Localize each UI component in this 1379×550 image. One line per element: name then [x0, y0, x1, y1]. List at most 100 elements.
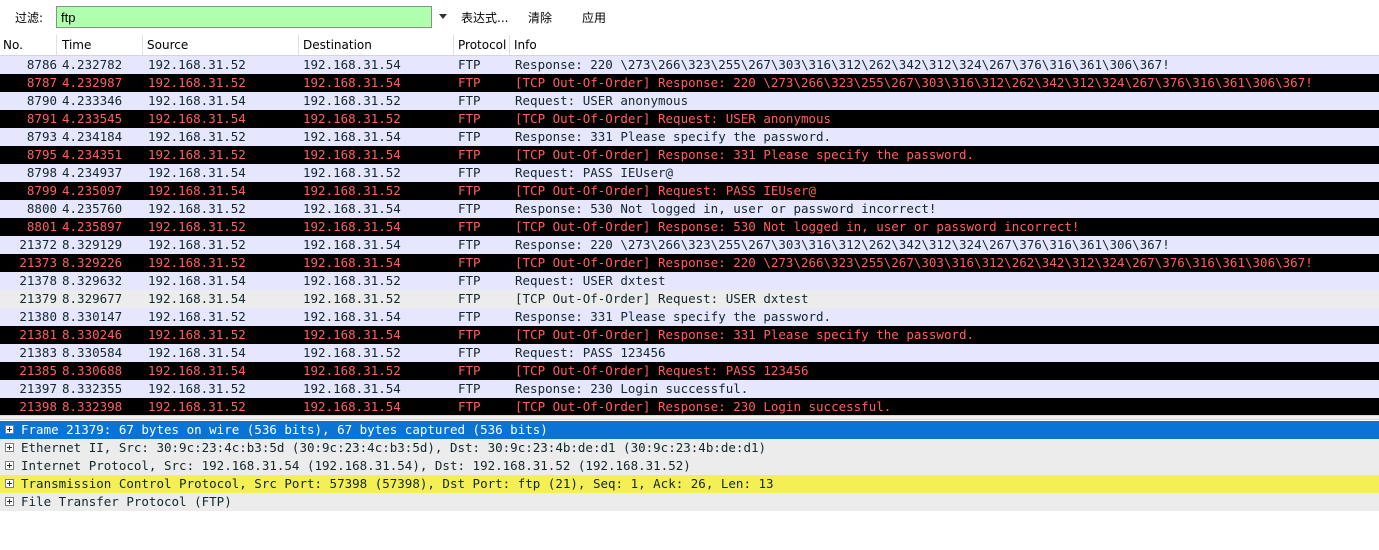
- packet-cell-dst: 192.168.31.54: [303, 327, 401, 342]
- packet-cell-time: 4.234184: [62, 129, 123, 144]
- packet-cell-time: 8.329226: [62, 255, 123, 270]
- detail-tree-item[interactable]: Frame 21379: 67 bytes on wire (536 bits)…: [0, 421, 1379, 439]
- packet-cell-time: 8.329632: [62, 273, 123, 288]
- packet-row[interactable]: 21398 8.332398 192.168.31.52 192.168.31.54 F…: [0, 398, 1379, 416]
- packet-row[interactable]: 21381 8.330246 192.168.31.52 192.168.31.54 F…: [0, 326, 1379, 344]
- column-header-info[interactable]: Info: [510, 35, 1379, 55]
- filter-dropdown-button[interactable]: [434, 6, 452, 28]
- packet-cell-src: 192.168.31.54: [148, 345, 246, 360]
- packet-row[interactable]: 8793 4.234184 192.168.31.52 192.168.31.54 FT…: [0, 128, 1379, 146]
- column-header-no[interactable]: No.: [0, 35, 57, 55]
- packet-cell-dst: 192.168.31.54: [303, 147, 401, 162]
- packet-row[interactable]: 8798 4.234937 192.168.31.54 192.168.31.52 FT…: [0, 164, 1379, 182]
- packet-row[interactable]: 21397 8.332355 192.168.31.52 192.168.31.54 F…: [0, 380, 1379, 398]
- expand-plus-icon[interactable]: [5, 497, 14, 506]
- packet-cell-src: 192.168.31.54: [148, 111, 246, 126]
- packet-cell-time: 4.233545: [62, 111, 123, 126]
- packet-row[interactable]: 21385 8.330688 192.168.31.54 192.168.31.52 F…: [0, 362, 1379, 380]
- packet-cell-info: [TCP Out-Of-Order] Response: 220 \273\26…: [515, 255, 1313, 270]
- detail-tree-item[interactable]: Internet Protocol, Src: 192.168.31.54 (1…: [0, 457, 1379, 475]
- packet-cell-info: Response: 331 Please specify the passwor…: [515, 129, 832, 144]
- apply-button[interactable]: 应用: [582, 9, 606, 26]
- packet-cell-proto: FTP: [458, 381, 481, 396]
- packet-cell-time: 4.235897: [62, 219, 123, 234]
- packet-cell-info: [TCP Out-Of-Order] Response: 220 \273\26…: [515, 75, 1313, 90]
- column-header-destination[interactable]: Destination: [299, 35, 454, 55]
- packet-cell-proto: FTP: [458, 57, 481, 72]
- packet-cell-time: 8.329129: [62, 237, 123, 252]
- packet-cell-proto: FTP: [458, 255, 481, 270]
- expand-plus-icon[interactable]: [5, 425, 14, 434]
- filter-field[interactable]: [56, 6, 432, 28]
- packet-cell-dst: 192.168.31.54: [303, 237, 401, 252]
- packet-cell-proto: FTP: [458, 219, 481, 234]
- packet-cell-dst: 192.168.31.52: [303, 273, 401, 288]
- detail-tree-item[interactable]: Ethernet II, Src: 30:9c:23:4c:b3:5d (30:…: [0, 439, 1379, 457]
- packet-row[interactable]: 21380 8.330147 192.168.31.52 192.168.31.54 F…: [0, 308, 1379, 326]
- packet-cell-info: [TCP Out-Of-Order] Request: USER dxtest: [515, 291, 809, 306]
- packet-cell-info: Response: 220 \273\266\323\255\267\303\3…: [515, 237, 1170, 252]
- packet-cell-dst: 192.168.31.54: [303, 57, 401, 72]
- packet-cell-no: 21373: [19, 255, 57, 270]
- packet-cell-proto: FTP: [458, 291, 481, 306]
- packet-cell-dst: 192.168.31.52: [303, 183, 401, 198]
- packet-cell-proto: FTP: [458, 93, 481, 108]
- filter-input[interactable]: [57, 7, 431, 27]
- packet-cell-dst: 192.168.31.52: [303, 291, 401, 306]
- packet-row[interactable]: 8786 4.232782 192.168.31.52 192.168.31.54 FT…: [0, 56, 1379, 74]
- packet-cell-no: 21397: [19, 381, 57, 396]
- packet-cell-dst: 192.168.31.54: [303, 309, 401, 324]
- column-header-time[interactable]: Time: [57, 35, 143, 55]
- packet-cell-info: [TCP Out-Of-Order] Response: 230 Login s…: [515, 399, 892, 414]
- packet-cell-no: 8798: [26, 165, 57, 180]
- packet-cell-dst: 192.168.31.52: [303, 93, 401, 108]
- packet-row[interactable]: 8800 4.235760 192.168.31.52 192.168.31.54 FT…: [0, 200, 1379, 218]
- packet-cell-proto: FTP: [458, 183, 481, 198]
- packet-cell-no: 21381: [19, 327, 57, 342]
- packet-cell-time: 4.233346: [62, 93, 123, 108]
- packet-row[interactable]: 8787 4.232987 192.168.31.52 192.168.31.54 FT…: [0, 74, 1379, 92]
- pane-splitter[interactable]: [0, 415, 1379, 420]
- packet-cell-no: 21380: [19, 309, 57, 324]
- packet-row[interactable]: 21383 8.330584 192.168.31.54 192.168.31.52 F…: [0, 344, 1379, 362]
- packet-row[interactable]: 8799 4.235097 192.168.31.54 192.168.31.52 FT…: [0, 182, 1379, 200]
- packet-row[interactable]: 21373 8.329226 192.168.31.52 192.168.31.54 F…: [0, 254, 1379, 272]
- packet-cell-src: 192.168.31.52: [148, 309, 246, 324]
- packet-cell-no: 8793: [26, 129, 57, 144]
- packet-details-pane: Frame 21379: 67 bytes on wire (536 bits)…: [0, 421, 1379, 550]
- expand-plus-icon[interactable]: [5, 461, 14, 470]
- packet-cell-src: 192.168.31.52: [148, 219, 246, 234]
- packet-row[interactable]: 8795 4.234351 192.168.31.52 192.168.31.54 FT…: [0, 146, 1379, 164]
- packet-row[interactable]: 8791 4.233545 192.168.31.54 192.168.31.52 FT…: [0, 110, 1379, 128]
- packet-row[interactable]: 21378 8.329632 192.168.31.54 192.168.31.52 F…: [0, 272, 1379, 290]
- packet-cell-src: 192.168.31.52: [148, 237, 246, 252]
- column-header-protocol[interactable]: Protocol: [454, 35, 510, 55]
- packet-cell-no: 8787: [26, 75, 57, 90]
- packet-cell-time: 4.234351: [62, 147, 123, 162]
- packet-cell-src: 192.168.31.52: [148, 201, 246, 216]
- expand-plus-icon[interactable]: [5, 479, 14, 488]
- packet-cell-time: 4.232987: [62, 75, 123, 90]
- packet-cell-no: 21383: [19, 345, 57, 360]
- packet-cell-proto: FTP: [458, 237, 481, 252]
- packet-cell-time: 4.235097: [62, 183, 123, 198]
- packet-row[interactable]: 21379 8.329677 192.168.31.54 192.168.31.52 F…: [0, 290, 1379, 308]
- detail-tree-item[interactable]: File Transfer Protocol (FTP): [0, 493, 1379, 511]
- packet-cell-dst: 192.168.31.54: [303, 399, 401, 414]
- packet-row[interactable]: 8801 4.235897 192.168.31.52 192.168.31.54 FT…: [0, 218, 1379, 236]
- expand-plus-icon[interactable]: [5, 443, 14, 452]
- clear-button[interactable]: 清除: [528, 9, 552, 26]
- packet-row[interactable]: 8790 4.233346 192.168.31.54 192.168.31.52 FT…: [0, 92, 1379, 110]
- detail-tree-item[interactable]: Transmission Control Protocol, Src Port:…: [0, 475, 1379, 493]
- packet-cell-dst: 192.168.31.54: [303, 255, 401, 270]
- packet-cell-proto: FTP: [458, 147, 481, 162]
- column-header-source[interactable]: Source: [143, 35, 299, 55]
- packet-cell-info: [TCP Out-Of-Order] Response: 331 Please …: [515, 147, 975, 162]
- expression-button[interactable]: 表达式...: [461, 9, 508, 26]
- packet-row[interactable]: 21372 8.329129 192.168.31.52 192.168.31.54 F…: [0, 236, 1379, 254]
- packet-cell-time: 4.234937: [62, 165, 123, 180]
- packet-cell-src: 192.168.31.52: [148, 381, 246, 396]
- packet-cell-no: 21378: [19, 273, 57, 288]
- packet-cell-dst: 192.168.31.52: [303, 165, 401, 180]
- packet-cell-src: 192.168.31.52: [148, 327, 246, 342]
